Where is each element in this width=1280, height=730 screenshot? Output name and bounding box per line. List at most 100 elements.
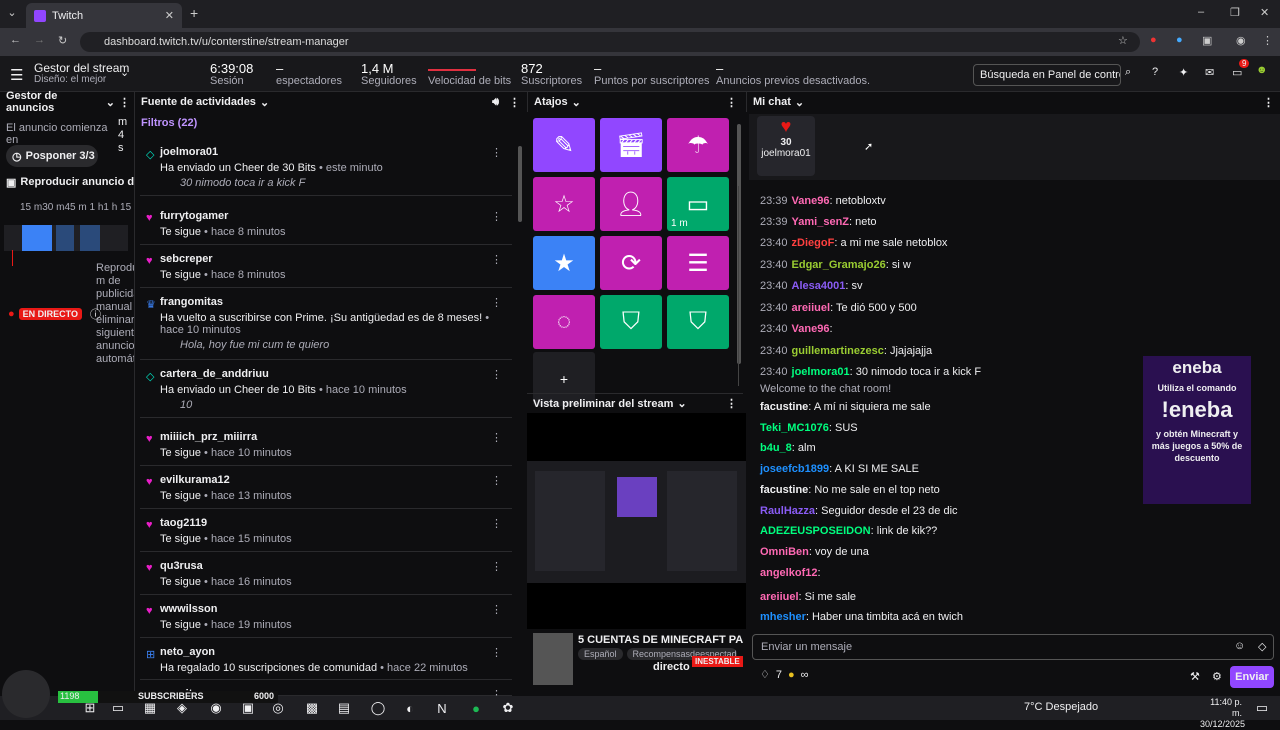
new-tab-icon[interactable]: +: [190, 5, 198, 21]
clapperboard-tile[interactable]: 🎬︎: [600, 118, 662, 172]
sparkle-icon[interactable]: ✦: [1179, 66, 1188, 79]
obs-icon[interactable]: ◉: [206, 698, 226, 718]
feed-item[interactable]: ◇ cartera_de_anddriuu Ha enviado un Cheer …: [140, 360, 512, 418]
poll-tile[interactable]: ⛉: [667, 295, 729, 349]
highlight-tile[interactable]: ☆: [533, 177, 595, 231]
chevron-down-icon[interactable]: ⌄: [106, 96, 115, 109]
chat-username[interactable]: RaulHazza: [760, 505, 815, 517]
more-options-icon[interactable]: ⋮: [491, 603, 502, 616]
feed-item[interactable]: ♛ frangomitas Ha vuelto a suscribirse con …: [140, 288, 512, 360]
hamburger-menu-icon[interactable]: ☰: [10, 66, 23, 84]
chat-username[interactable]: angelkof12: [760, 567, 817, 579]
chat-username[interactable]: guillemartinezesc: [792, 345, 884, 357]
chat-username[interactable]: Edgar_Gramajo26: [792, 259, 886, 271]
more-options-icon[interactable]: ⋮: [491, 253, 502, 266]
panel-menu-icon[interactable]: ⋮: [503, 96, 526, 109]
outlook-icon[interactable]: ◈: [172, 698, 192, 718]
chat-line[interactable]: 23:39 Vane96: netobloxtv: [760, 195, 886, 207]
layout-tile[interactable]: ☰: [667, 236, 729, 290]
volume-icon[interactable]: 🔊︎: [492, 96, 499, 109]
feed-item[interactable]: ♥ miiiich_prz_miiirra Te sigue • hace 10 m…: [140, 423, 512, 466]
browser-tab[interactable]: Twitch ✕: [26, 3, 182, 28]
feed-username[interactable]: frangomitas: [160, 296, 512, 308]
weather-widget[interactable]: 7°C Despejado: [1024, 701, 1098, 713]
timer-tile[interactable]: ◌: [533, 295, 595, 349]
feed-username[interactable]: miiiich_prz_miiirra: [160, 431, 512, 443]
chat-line[interactable]: ADEZEUSPOSEIDON: link de kik??: [760, 525, 937, 537]
chat-username[interactable]: zDiegoF: [792, 237, 835, 249]
feed-item[interactable]: ♥ furrytogamer Te sigue • hace 8 minutos ⋮: [140, 202, 512, 245]
bits-icon[interactable]: ◇: [1258, 640, 1266, 653]
prediction-tile[interactable]: ⛉: [600, 295, 662, 349]
user-avatar[interactable]: ☻: [1256, 64, 1268, 76]
chat-username[interactable]: Vane96: [792, 323, 830, 335]
extension2-icon[interactable]: ●: [1176, 34, 1183, 46]
notifications-icon[interactable]: ▭: [1232, 66, 1242, 79]
panel-menu-icon[interactable]: ⋮: [726, 96, 743, 109]
panel-menu-icon[interactable]: ⋮: [726, 397, 743, 410]
minecraft-icon[interactable]: ▩: [302, 698, 322, 718]
help-icon[interactable]: ?: [1152, 66, 1158, 78]
chevron-down-icon[interactable]: ⌄: [572, 96, 581, 109]
chat-line[interactable]: 23:40 guillemartinezesc: Jjajajajja: [760, 345, 932, 357]
feed-username[interactable]: furrytogamer: [160, 210, 512, 222]
chat-line[interactable]: areiiuel: Si me sale: [760, 591, 856, 603]
extensions-puzzle-icon[interactable]: ▣: [1202, 34, 1212, 47]
address-bar[interactable]: dashboard.twitch.tv/u/conterstine/stream…: [80, 32, 1140, 52]
chat-username[interactable]: mhesher: [760, 611, 806, 623]
chat-line[interactable]: 23:40 Alesa4001: sv: [760, 280, 862, 292]
chat-username[interactable]: Teki_MC1076: [760, 422, 829, 434]
top-cheer-card[interactable]: ♥ 30 joelmora01: [757, 116, 815, 176]
chat-line[interactable]: 23:39 Yami_senZ: neto: [760, 216, 877, 228]
chatgpt-icon[interactable]: ✿: [498, 698, 518, 718]
chat-username[interactable]: joseefcb1899: [760, 463, 829, 475]
chat-username[interactable]: facustine: [760, 484, 808, 496]
more-options-icon[interactable]: ⋮: [491, 431, 502, 444]
calculator-icon[interactable]: ▦: [140, 698, 160, 718]
maximize-icon[interactable]: ❐: [1230, 6, 1240, 19]
chat-splitter[interactable]: [738, 186, 746, 386]
chat-username[interactable]: areiiuel: [792, 302, 831, 314]
stream-preview-video[interactable]: [527, 413, 746, 629]
channel-points[interactable]: ♢ 7 ● ∞: [760, 668, 809, 682]
search-icon[interactable]: ⌕: [1125, 66, 1131, 79]
tag[interactable]: Español: [578, 648, 623, 660]
feed-username[interactable]: wwwilsson: [160, 603, 512, 615]
chevron-down-icon[interactable]: ⌄: [120, 66, 129, 79]
star-tile[interactable]: ★: [533, 236, 595, 290]
more-options-icon[interactable]: ⋮: [491, 296, 502, 309]
chat-username[interactable]: joelmora01: [792, 366, 850, 378]
chat-line[interactable]: 23:40 areiiuel: Te dió 500 y 500: [760, 302, 917, 314]
chat-username[interactable]: Vane96: [792, 195, 830, 207]
chat-line[interactable]: OmniBen: voy de una: [760, 546, 869, 558]
steam-icon[interactable]: ◎: [268, 698, 288, 718]
filters-link[interactable]: Filtros (22): [141, 117, 197, 129]
system-clock[interactable]: 11:40 p. m. 30/12/2025: [1200, 697, 1245, 730]
opera-icon[interactable]: ◯: [368, 698, 388, 718]
clip-tile[interactable]: ⟳: [600, 236, 662, 290]
panel-menu-icon[interactable]: ⋮: [1263, 96, 1280, 109]
chat-username[interactable]: facustine: [760, 401, 808, 413]
extension-icon[interactable]: ●: [1150, 34, 1157, 46]
profile-avatar[interactable]: ◉: [1236, 34, 1246, 47]
edit-stream-info-tile[interactable]: ✎: [533, 118, 595, 172]
spotify-icon[interactable]: ●: [466, 698, 486, 718]
more-options-icon[interactable]: ⋮: [491, 474, 502, 487]
feed-item[interactable]: ♥ sebcreper Te sigue • hace 8 minutos ⋮: [140, 245, 512, 288]
back-icon[interactable]: ←: [10, 34, 21, 46]
chevron-down-icon[interactable]: ⌄: [677, 397, 686, 410]
chat-line[interactable]: joseefcb1899: A KI SI ME SALE: [760, 463, 919, 475]
notification-center-icon[interactable]: ▭: [1252, 698, 1272, 718]
chat-username[interactable]: ADEZEUSPOSEIDON: [760, 525, 871, 537]
minimize-icon[interactable]: –: [1198, 6, 1204, 18]
feed-item[interactable]: ◇ joelmora01 Ha enviado un Cheer de 30 Bit…: [140, 138, 512, 196]
chat-line[interactable]: 23:40 joelmora01: 30 nimodo toca ir a kic…: [760, 366, 981, 378]
feed-item[interactable]: ♥ qu3rusa Te sigue • hace 16 minutos ⋮: [140, 552, 512, 595]
stream-manager-title[interactable]: Gestor del stream Diseño: el mejor: [34, 62, 129, 86]
chat-username[interactable]: Yami_senZ: [792, 216, 849, 228]
reload-icon[interactable]: ↻: [58, 34, 67, 47]
feed-username[interactable]: qu3rusa: [160, 560, 512, 572]
feed-username[interactable]: cartera_de_anddriuu: [160, 368, 512, 380]
feed-scrollbar[interactable]: [518, 146, 522, 222]
chat-username[interactable]: OmniBen: [760, 546, 809, 558]
